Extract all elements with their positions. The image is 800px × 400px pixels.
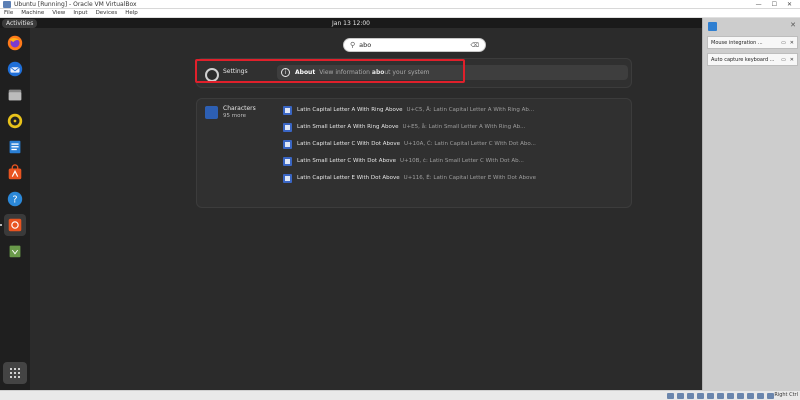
trash-icon[interactable] (4, 240, 26, 262)
app-center-icon[interactable] (4, 162, 26, 184)
status-indicators (667, 393, 774, 399)
cpu-icon[interactable] (747, 393, 754, 399)
notification-text: Auto capture keyboard ... (711, 56, 775, 63)
menu-input[interactable]: Input (73, 10, 87, 16)
virtualbox-app-icon (3, 0, 11, 8)
clock[interactable]: Jan 13 12:00 (332, 20, 370, 27)
settings-icon[interactable]: ▭ (781, 57, 786, 63)
display-icon[interactable] (727, 393, 734, 399)
clear-search-icon[interactable]: ⌫ (471, 42, 479, 49)
gnome-top-bar: Activities Jan 13 12:00 (0, 18, 702, 28)
menu-file[interactable]: File (4, 10, 13, 16)
rhythmbox-icon[interactable] (4, 110, 26, 132)
search-field[interactable]: ⚲ abo ⌫ (343, 38, 486, 52)
grid-icon (10, 368, 20, 378)
char-result-item[interactable]: Latin Capital Letter A With Ring Above U… (283, 104, 534, 116)
notification-center-pane: ✕ Mouse integration ... ▭ ✕ Auto capture … (702, 18, 800, 390)
notification-auto-capture-keyboard[interactable]: Auto capture keyboard ... ▭ ✕ (707, 53, 798, 66)
notification-actions: ▭ ✕ (781, 57, 797, 63)
host-title-bar: Ubuntu [Running] - Oracle VM VirtualBox … (0, 0, 800, 9)
menu-machine[interactable]: Machine (21, 10, 44, 16)
char-result-item[interactable]: Latin Small Letter C With Dot Above U+10… (283, 155, 524, 167)
files-icon[interactable] (4, 84, 26, 106)
char-detail: U+116, Ė: Latin Capital Letter E With Do… (403, 175, 537, 181)
notification-text: Mouse integration ... (711, 39, 763, 46)
char-name: Latin Capital Letter E With Dot Above (297, 175, 400, 181)
red-highlight-annotation (195, 59, 465, 83)
firefox-icon[interactable] (4, 32, 26, 54)
character-icon (283, 122, 292, 132)
window-title: Ubuntu [Running] - Oracle VM VirtualBox (14, 0, 137, 8)
menu-help[interactable]: Help (125, 10, 138, 16)
host-key-label: Right Ctrl (774, 392, 798, 398)
char-result-item[interactable]: Latin Small Letter A With Ring Above U+E… (283, 121, 525, 133)
thunderbird-icon[interactable] (4, 58, 26, 80)
notification-actions: ▭ ✕ (781, 40, 797, 46)
settings-icon[interactable]: ▭ (781, 40, 786, 46)
close-icon[interactable]: ✕ (790, 40, 794, 46)
host-menu-bar: File Machine View Input Devices Help (0, 9, 800, 18)
network-icon[interactable] (697, 393, 704, 399)
audio-icon[interactable] (687, 393, 694, 399)
help-icon[interactable]: ? (4, 188, 26, 210)
minimize-button[interactable]: — (756, 1, 762, 8)
host-status-bar: Right Ctrl (0, 390, 800, 400)
optical-drive-icon[interactable] (677, 393, 684, 399)
window-controls: — ☐ ✕ (756, 1, 800, 8)
hard-disk-icon[interactable] (667, 393, 674, 399)
guest-screen: Activities Jan 13 12:00 ? ⚲ abo ⌫ Settin… (0, 18, 702, 390)
menu-devices[interactable]: Devices (96, 10, 118, 16)
running-indicator (0, 224, 2, 226)
libreoffice-writer-icon[interactable] (4, 136, 26, 158)
notification-mouse-integration[interactable]: Mouse integration ... ▭ ✕ (707, 36, 798, 49)
char-name: Latin Capital Letter C With Dot Above (297, 141, 401, 147)
character-icon (283, 173, 292, 183)
close-icon[interactable]: ✕ (790, 57, 794, 63)
ubuntu-software-icon[interactable] (4, 214, 26, 236)
usb-icon[interactable] (707, 393, 714, 399)
char-result-item[interactable]: Latin Capital Letter E With Dot Above U+… (283, 172, 536, 184)
char-detail: U+E5, å: Latin Small Letter A With Ring … (402, 124, 526, 130)
char-detail: U+C5, Å: Latin Capital Letter A With Rin… (406, 107, 535, 113)
mouse-integration-icon[interactable] (757, 393, 764, 399)
show-apps-button[interactable] (3, 362, 27, 384)
char-detail: U+10A, Ċ: Latin Capital Letter C With Do… (404, 141, 536, 147)
maximize-button[interactable]: ☐ (772, 1, 777, 8)
character-icon (283, 139, 292, 149)
char-result-item[interactable]: Latin Capital Letter C With Dot Above U+… (283, 138, 536, 150)
character-icon (283, 105, 292, 115)
characters-provider-icon (205, 106, 218, 119)
characters-more-count[interactable]: 95 more (223, 113, 246, 119)
character-icon (283, 156, 292, 166)
keyboard-icon[interactable] (767, 393, 774, 399)
char-name: Latin Small Letter C With Dot Above (297, 158, 397, 164)
shared-folders-icon[interactable] (717, 393, 724, 399)
svg-text:?: ? (12, 195, 17, 206)
close-pane-icon[interactable]: ✕ (790, 21, 796, 29)
menu-view[interactable]: View (52, 10, 65, 16)
characters-provider-label[interactable]: Characters (223, 105, 256, 112)
close-button[interactable]: ✕ (787, 1, 792, 8)
dock: ? (0, 28, 30, 390)
recording-icon[interactable] (737, 393, 744, 399)
virtualbox-window: Ubuntu [Running] - Oracle VM VirtualBox … (0, 0, 800, 400)
char-name: Latin Capital Letter A With Ring Above (297, 107, 403, 113)
search-input[interactable]: abo (359, 41, 371, 49)
search-icon: ⚲ (350, 41, 356, 49)
char-name: Latin Small Letter A With Ring Above (297, 124, 399, 130)
activities-button[interactable]: Activities (2, 18, 38, 28)
char-detail: U+10B, ċ: Latin Small Letter C With Dot … (400, 158, 524, 164)
notification-center-icon[interactable] (708, 22, 717, 31)
